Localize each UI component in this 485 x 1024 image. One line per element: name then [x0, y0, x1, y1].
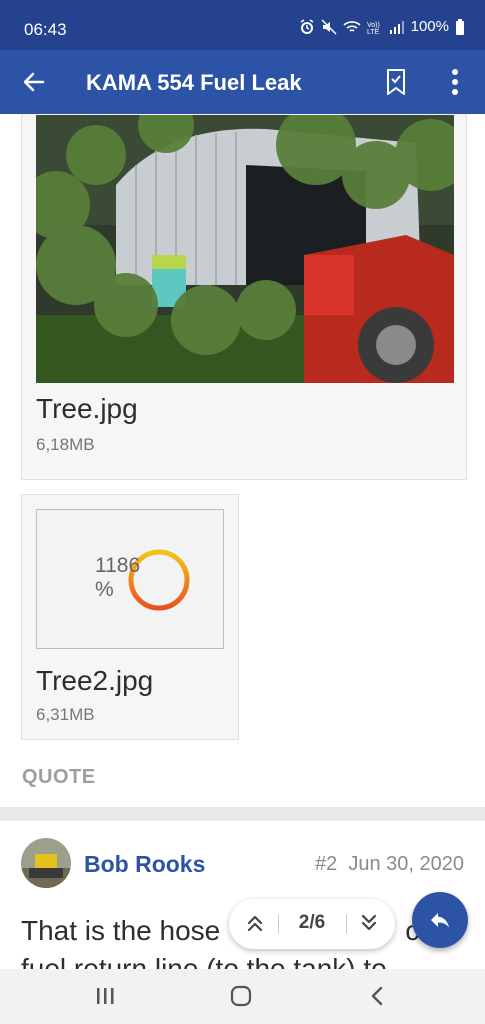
- avatar[interactable]: [21, 838, 71, 888]
- attachment-image[interactable]: [36, 115, 454, 383]
- post-number: #2: [314, 853, 338, 875]
- status-icons: Vo)) LTE 100%: [299, 18, 465, 35]
- attachment-card[interactable]: Tree.jpg 6,18MB: [21, 114, 467, 480]
- back-arrow-icon: [23, 72, 45, 92]
- reply-icon: [431, 913, 449, 928]
- pager-separator: [346, 914, 347, 934]
- quote-button[interactable]: QUOTE: [22, 766, 96, 789]
- svg-text:LTE: LTE: [367, 29, 380, 35]
- double-chevron-down-icon: [361, 914, 377, 931]
- battery-percent: 100%: [410, 18, 449, 35]
- next-page-button[interactable]: [357, 911, 381, 935]
- post-divider: [0, 807, 485, 821]
- loading-progress-label: 1186 %: [95, 554, 141, 601]
- app-bar: KAMA 554 Fuel Leak: [0, 50, 485, 114]
- attachment-filesize: 6,31MB: [36, 705, 95, 724]
- back-button[interactable]: [20, 68, 48, 96]
- status-time: 06:43: [24, 20, 67, 39]
- page-navigator: 2/6: [229, 899, 395, 949]
- attachment-loading-preview[interactable]: 1186 %: [36, 509, 224, 649]
- post-author[interactable]: Bob Rooks: [84, 851, 205, 878]
- signal-icon: [389, 20, 404, 34]
- post-date: Jun 30, 2020: [348, 853, 464, 875]
- system-navigation-bar: [0, 969, 485, 1024]
- svg-text:Vo)): Vo)): [367, 22, 380, 29]
- wifi-icon: [343, 20, 361, 32]
- double-chevron-up-icon: [247, 915, 263, 932]
- user-avatar-image: [21, 838, 71, 888]
- attachment-filename: Tree.jpg: [36, 393, 138, 424]
- bookmark-icon: [387, 69, 405, 95]
- alarm-icon: [300, 18, 314, 34]
- page-indicator[interactable]: 2/6: [279, 912, 345, 934]
- recent-apps-icon[interactable]: [95, 986, 115, 1006]
- home-icon[interactable]: [230, 985, 252, 1007]
- attachment-filesize: 6,18MB: [36, 435, 95, 454]
- nav-back-icon[interactable]: [368, 985, 386, 1007]
- more-options-button[interactable]: [443, 66, 467, 98]
- post-text-line: fuel return line (to the tank) to: [21, 953, 387, 969]
- attachment-card[interactable]: 1186 % Tree2.jpg 6,31MB: [21, 494, 239, 740]
- attachment-filename: Tree2.jpg: [36, 665, 154, 696]
- page-title: KAMA 554 Fuel Leak: [86, 70, 302, 95]
- tree-photo: [36, 115, 454, 383]
- previous-page-button[interactable]: [243, 911, 267, 935]
- volte-icon: Vo))LTE: [367, 22, 380, 35]
- bookmark-button[interactable]: [384, 68, 408, 96]
- status-bar: 06:43 Vo)) LTE 100%: [0, 0, 485, 50]
- mute-icon: [321, 18, 337, 35]
- battery-icon: [456, 18, 464, 35]
- post-meta[interactable]: #2 Jun 30, 2020: [315, 853, 464, 876]
- more-vert-icon: [452, 69, 458, 95]
- thread-content[interactable]: Tree.jpg 6,18MB 1186 % Tree2.jpg 6,31MB …: [0, 114, 485, 969]
- reply-button[interactable]: [412, 892, 468, 948]
